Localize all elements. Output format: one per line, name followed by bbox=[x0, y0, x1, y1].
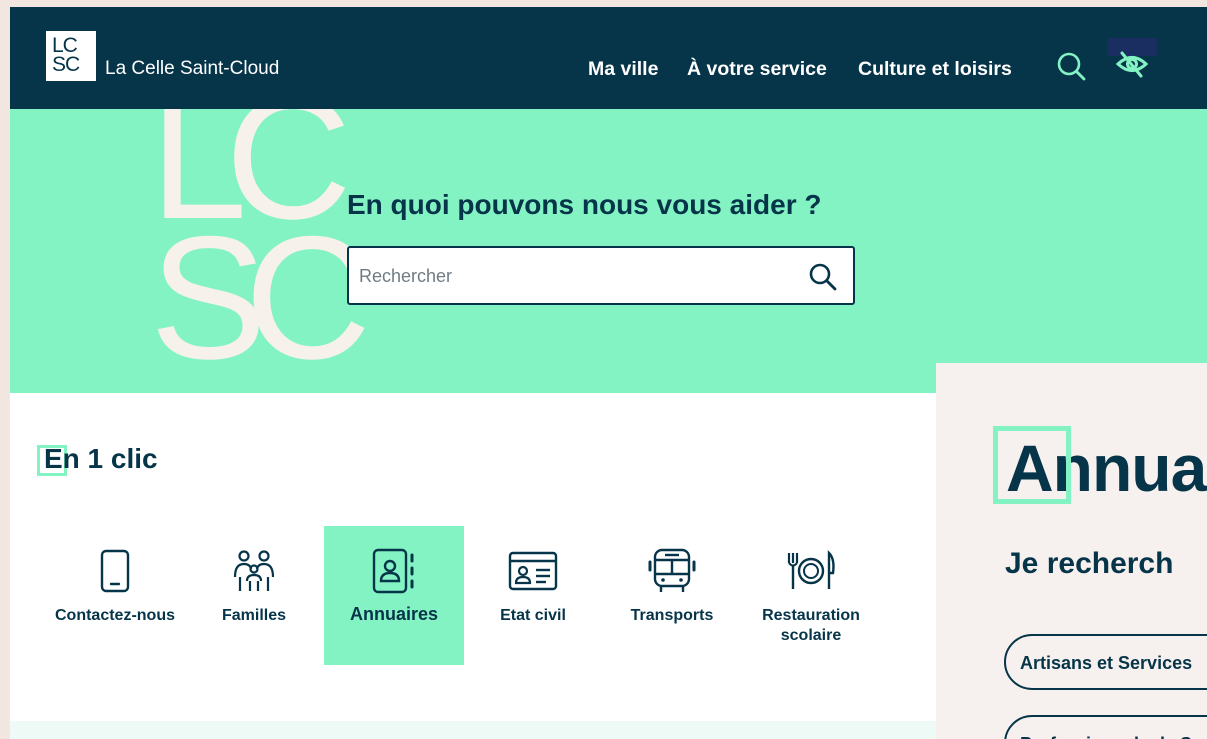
tile-transports[interactable]: Transports bbox=[602, 526, 742, 665]
id-card-icon bbox=[508, 551, 558, 591]
annuaires-panel: Annua Je recherch Artisans et Services P… bbox=[936, 363, 1207, 739]
hero-search-input[interactable] bbox=[359, 262, 779, 290]
panel-title: Annua bbox=[993, 426, 1207, 506]
tile-etat-civil[interactable]: Etat civil bbox=[463, 526, 603, 665]
nav-a-votre-service[interactable]: À votre service bbox=[687, 58, 827, 81]
search-icon[interactable] bbox=[808, 262, 838, 292]
quick-access-title-text: En 1 clic bbox=[44, 443, 158, 474]
header-search-button[interactable] bbox=[1056, 51, 1088, 83]
hero-section: LC SC En quoi pouvons nous vous aider ? bbox=[10, 109, 1207, 393]
eye-slash-icon bbox=[1115, 51, 1149, 78]
logo-line-2: SC bbox=[52, 53, 80, 76]
panel-subtitle: Je recherch bbox=[1005, 547, 1174, 580]
tile-label: Etat civil bbox=[500, 607, 566, 624]
hero-title: En quoi pouvons nous vous aider ? bbox=[347, 189, 822, 220]
nav-culture-et-loisirs[interactable]: Culture et loisirs bbox=[858, 58, 1012, 81]
page: LC SC La Celle Saint-Cloud Ma ville À vo… bbox=[10, 7, 1207, 739]
tile-label: Transports bbox=[630, 607, 714, 624]
phone-icon bbox=[100, 549, 130, 593]
tile-annuaires[interactable]: Annuaires bbox=[324, 526, 464, 665]
filter-artisans-et-services[interactable]: Artisans et Services bbox=[1004, 634, 1207, 690]
filter-professionnels-de-sante[interactable]: Professionnels de Sa bbox=[1004, 715, 1207, 739]
tile-label: Annuaires bbox=[349, 604, 439, 624]
tile-restauration-scolaire[interactable]: Restauration scolaire bbox=[741, 526, 881, 665]
lcsc-decorative-letters: LC SC bbox=[150, 109, 380, 393]
quick-access-title: En 1 clic bbox=[37, 443, 158, 476]
big-letters-line-2: SC bbox=[150, 201, 371, 393]
search-icon bbox=[1057, 52, 1086, 81]
accessibility-toggle-button[interactable] bbox=[1107, 38, 1157, 80]
tile-label: Restauration scolaire bbox=[762, 607, 860, 644]
top-navigation-bar: LC SC La Celle Saint-Cloud Ma ville À vo… bbox=[10, 7, 1207, 109]
family-icon bbox=[233, 550, 275, 591]
title-highlight-mark bbox=[993, 426, 1071, 504]
site-name[interactable]: La Celle Saint-Cloud bbox=[105, 58, 279, 80]
dining-icon bbox=[787, 550, 835, 589]
nav-ma-ville[interactable]: Ma ville bbox=[588, 58, 658, 81]
city-logo[interactable]: LC SC bbox=[46, 31, 96, 81]
tile-label: Contactez-nous bbox=[55, 607, 175, 624]
directory-icon bbox=[372, 548, 414, 594]
tile-familles[interactable]: Familles bbox=[184, 526, 324, 665]
bus-icon bbox=[648, 548, 696, 592]
hero-search-box bbox=[347, 246, 855, 305]
tile-contactez-nous[interactable]: Contactez-nous bbox=[45, 526, 185, 665]
tile-label: Familles bbox=[221, 607, 287, 624]
